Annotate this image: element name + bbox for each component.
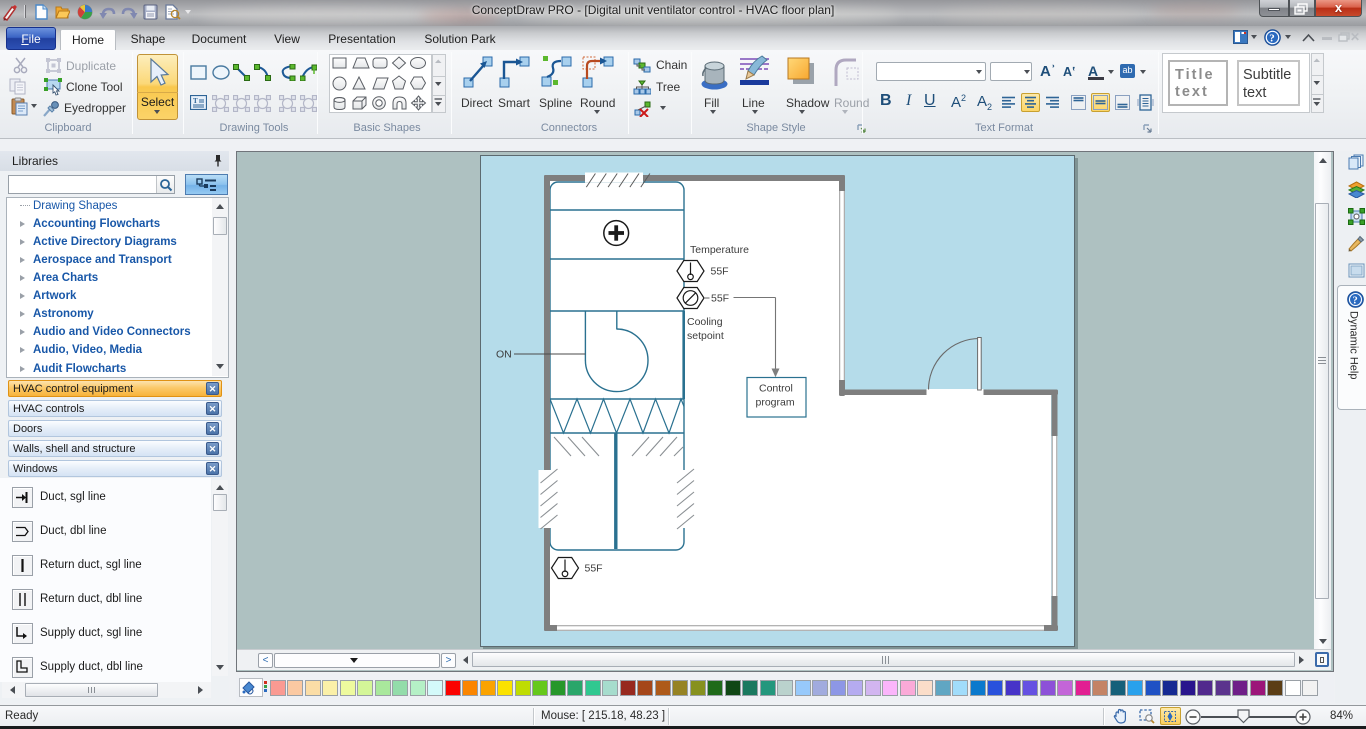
svg-text:Cooling: Cooling xyxy=(687,316,723,328)
svg-text:55F: 55F xyxy=(710,266,728,278)
svg-text:ON: ON xyxy=(496,349,512,361)
svg-text:55F: 55F xyxy=(711,293,729,305)
svg-text:?: ? xyxy=(1269,33,1275,45)
svg-text:T: T xyxy=(193,97,198,105)
svg-text:program: program xyxy=(755,397,794,409)
svg-text:55F: 55F xyxy=(584,563,602,575)
svg-text:?: ? xyxy=(1352,296,1357,307)
svg-text:setpoint: setpoint xyxy=(687,330,724,342)
svg-text:Temperature: Temperature xyxy=(690,244,749,256)
svg-text:Control: Control xyxy=(759,383,793,395)
